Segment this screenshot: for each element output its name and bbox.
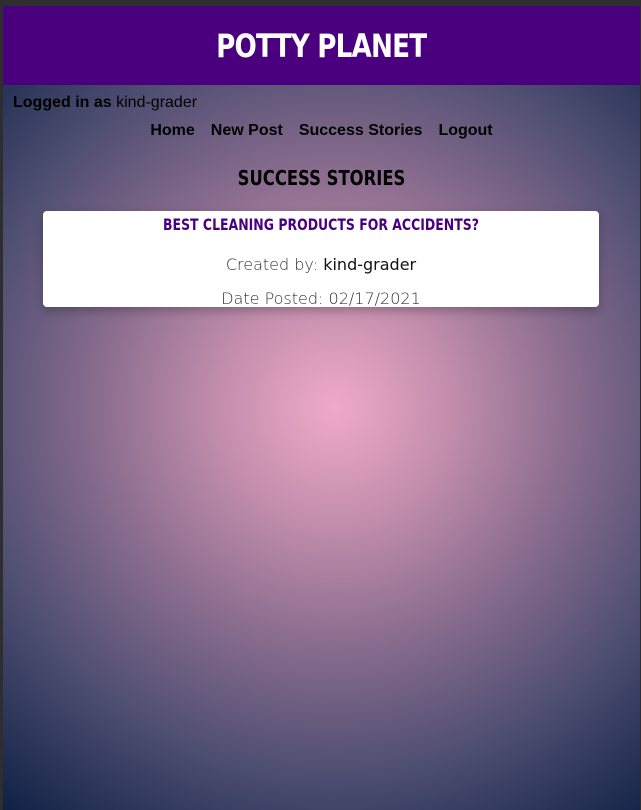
post-author: kind-grader	[323, 255, 417, 274]
post-author-line: Created by: kind-grader	[43, 255, 599, 274]
site-title: POTTY PLANET	[216, 26, 427, 65]
post-card: BEST CLEANING PRODUCTS FOR ACCIDENTS? Cr…	[43, 211, 599, 308]
post-date-line: Date Posted: 02/17/2021	[43, 289, 599, 308]
login-label: Logged in as	[13, 94, 112, 111]
nav-new-post-link[interactable]: New Post	[211, 122, 283, 140]
login-username: kind-grader	[116, 94, 198, 111]
login-status: Logged in as kind-grader	[13, 94, 197, 112]
post-author-label: Created by:	[225, 255, 319, 274]
nav-home-link[interactable]: Home	[150, 122, 194, 140]
site-header: POTTY PLANET	[3, 6, 640, 85]
nav-success-stories-link[interactable]: Success Stories	[299, 122, 423, 140]
section-title: SUCCESS STORIES	[237, 166, 406, 190]
main-nav: Home New Post Success Stories Logout	[3, 122, 640, 140]
post-date-label: Date Posted:	[221, 289, 324, 308]
post-date: 02/17/2021	[328, 289, 421, 308]
nav-logout-link[interactable]: Logout	[438, 122, 492, 140]
app-frame: POTTY PLANET Logged in as kind-grader Ho…	[3, 6, 640, 810]
post-title-link[interactable]: BEST CLEANING PRODUCTS FOR ACCIDENTS?	[104, 215, 538, 234]
